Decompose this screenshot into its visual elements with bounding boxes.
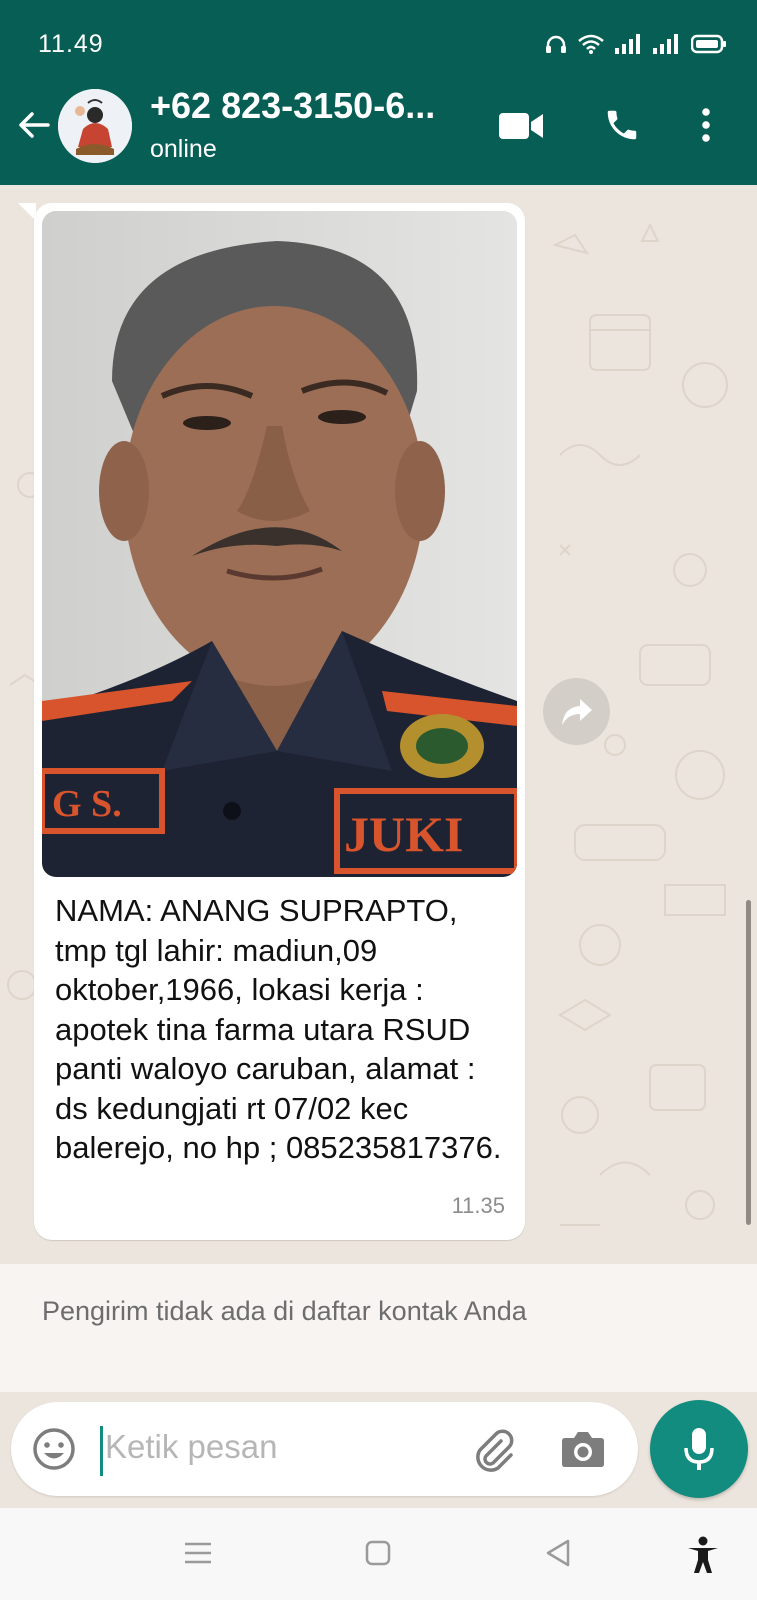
status-bar: 11.49 <box>0 0 757 67</box>
battery-icon <box>691 34 726 54</box>
text-cursor <box>100 1426 103 1476</box>
emoji-icon[interactable] <box>31 1426 77 1472</box>
home-icon[interactable] <box>365 1540 391 1566</box>
back-icon[interactable] <box>545 1539 571 1567</box>
portrait-image: G S. JUKI <box>42 211 517 877</box>
message-input-field[interactable]: Ketik pesan <box>11 1402 638 1496</box>
accessibility-icon[interactable] <box>686 1536 720 1574</box>
signal-icon <box>615 34 640 54</box>
uniform-text-right: JUKI <box>344 806 463 862</box>
menu-icon[interactable] <box>184 1541 212 1565</box>
system-nav-bar <box>0 1508 757 1600</box>
message-text: NAMA: ANANG SUPRAPTO, tmp tgl lahir: mad… <box>55 893 502 1165</box>
voice-message-button[interactable] <box>650 1400 748 1498</box>
voice-call-icon[interactable] <box>603 106 641 144</box>
contact-status: online <box>150 135 217 163</box>
chat-area[interactable]: G S. JUKI NAMA: ANANG SUPRAPTO, tmp tgl … <box>0 185 757 1264</box>
attachment-icon[interactable] <box>471 1427 517 1473</box>
scrollbar[interactable] <box>746 900 751 1225</box>
video-call-icon[interactable] <box>498 111 544 141</box>
status-icons <box>545 32 727 56</box>
unknown-sender-notice: Pengirim tidak ada di daftar kontak Anda <box>0 1264 757 1392</box>
wifi-icon <box>578 34 604 54</box>
status-time: 11.49 <box>38 30 104 58</box>
avatar[interactable] <box>58 89 132 163</box>
contact-photo <box>58 89 132 163</box>
headphones-icon <box>546 35 566 53</box>
composer: Ketik pesan <box>0 1392 757 1508</box>
message-bubble[interactable]: G S. JUKI NAMA: ANANG SUPRAPTO, tmp tgl … <box>34 203 525 1240</box>
message-photo[interactable]: G S. JUKI <box>42 211 517 877</box>
microphone-icon <box>684 1428 714 1470</box>
forward-icon <box>561 698 592 725</box>
chat-header: +62 823-3150-6... online <box>0 67 757 185</box>
signal-icon <box>653 34 678 54</box>
uniform-text-left: G S. <box>52 783 122 825</box>
contact-name[interactable]: +62 823-3150-6... <box>150 85 435 127</box>
input-placeholder[interactable]: Ketik pesan <box>105 1428 277 1466</box>
forward-button[interactable] <box>543 678 610 745</box>
message-timestamp: 11.35 <box>451 1193 505 1218</box>
more-options-icon[interactable] <box>701 107 711 143</box>
back-arrow-icon[interactable] <box>14 105 54 145</box>
notice-text: Pengirim tidak ada di daftar kontak Anda <box>42 1296 527 1326</box>
camera-icon[interactable] <box>561 1428 605 1468</box>
